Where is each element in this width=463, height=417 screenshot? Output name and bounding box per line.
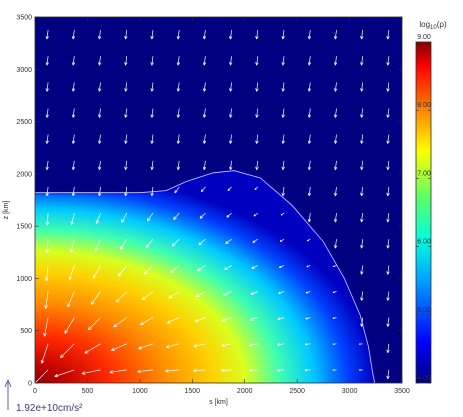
x-tick-label: 2500: [289, 388, 305, 395]
x-tick-label: 1500: [184, 388, 200, 395]
colorbar-tick-label: 6.00: [417, 239, 431, 246]
colorbar-title: log10(ρ): [419, 20, 447, 31]
colorbar-tick-label: 8.00: [417, 102, 431, 109]
y-tick-label: 3000: [16, 67, 32, 74]
y-axis-title: z [km]: [3, 201, 10, 220]
colorbar-title-suffix: (ρ): [437, 20, 447, 29]
y-tick-label: 3500: [16, 15, 32, 22]
colorbar-title-prefix: log: [419, 20, 430, 29]
vector-scale-indicator: 1.92e+10cm/s²: [4, 379, 83, 414]
x-tick-label: 500: [82, 388, 94, 395]
y-tick-label: 1000: [16, 276, 32, 283]
x-tick-label: 2000: [237, 388, 253, 395]
x-tick-label: 3000: [342, 388, 358, 395]
density-plot-figure: 0 500 1000 1500 2000 2500 3000 3500 0 500 1000 150…: [3, 15, 447, 415]
y-tick-label: 2500: [16, 119, 32, 126]
x-tick-label: 1000: [132, 388, 148, 395]
x-axis-title: s [km]: [209, 399, 228, 406]
y-tick-label: 500: [20, 328, 32, 335]
colorbar: [415, 41, 432, 384]
colorbar-tick-label: 5.00: [417, 307, 431, 314]
x-tick-label: 0: [33, 388, 37, 395]
colorbar-tick-label: 7.00: [417, 170, 431, 177]
x-tick-label: 3500: [394, 388, 410, 395]
y-tick-label: 0: [28, 381, 32, 388]
y-tick-label: 2000: [16, 171, 32, 178]
vector-scale-label: 1.92e+10cm/s²: [16, 403, 83, 414]
colorbar-tick-label: 9.00: [417, 34, 431, 41]
colorbar-tick-label: 4.00: [417, 375, 431, 382]
y-tick-label: 1500: [16, 224, 32, 231]
